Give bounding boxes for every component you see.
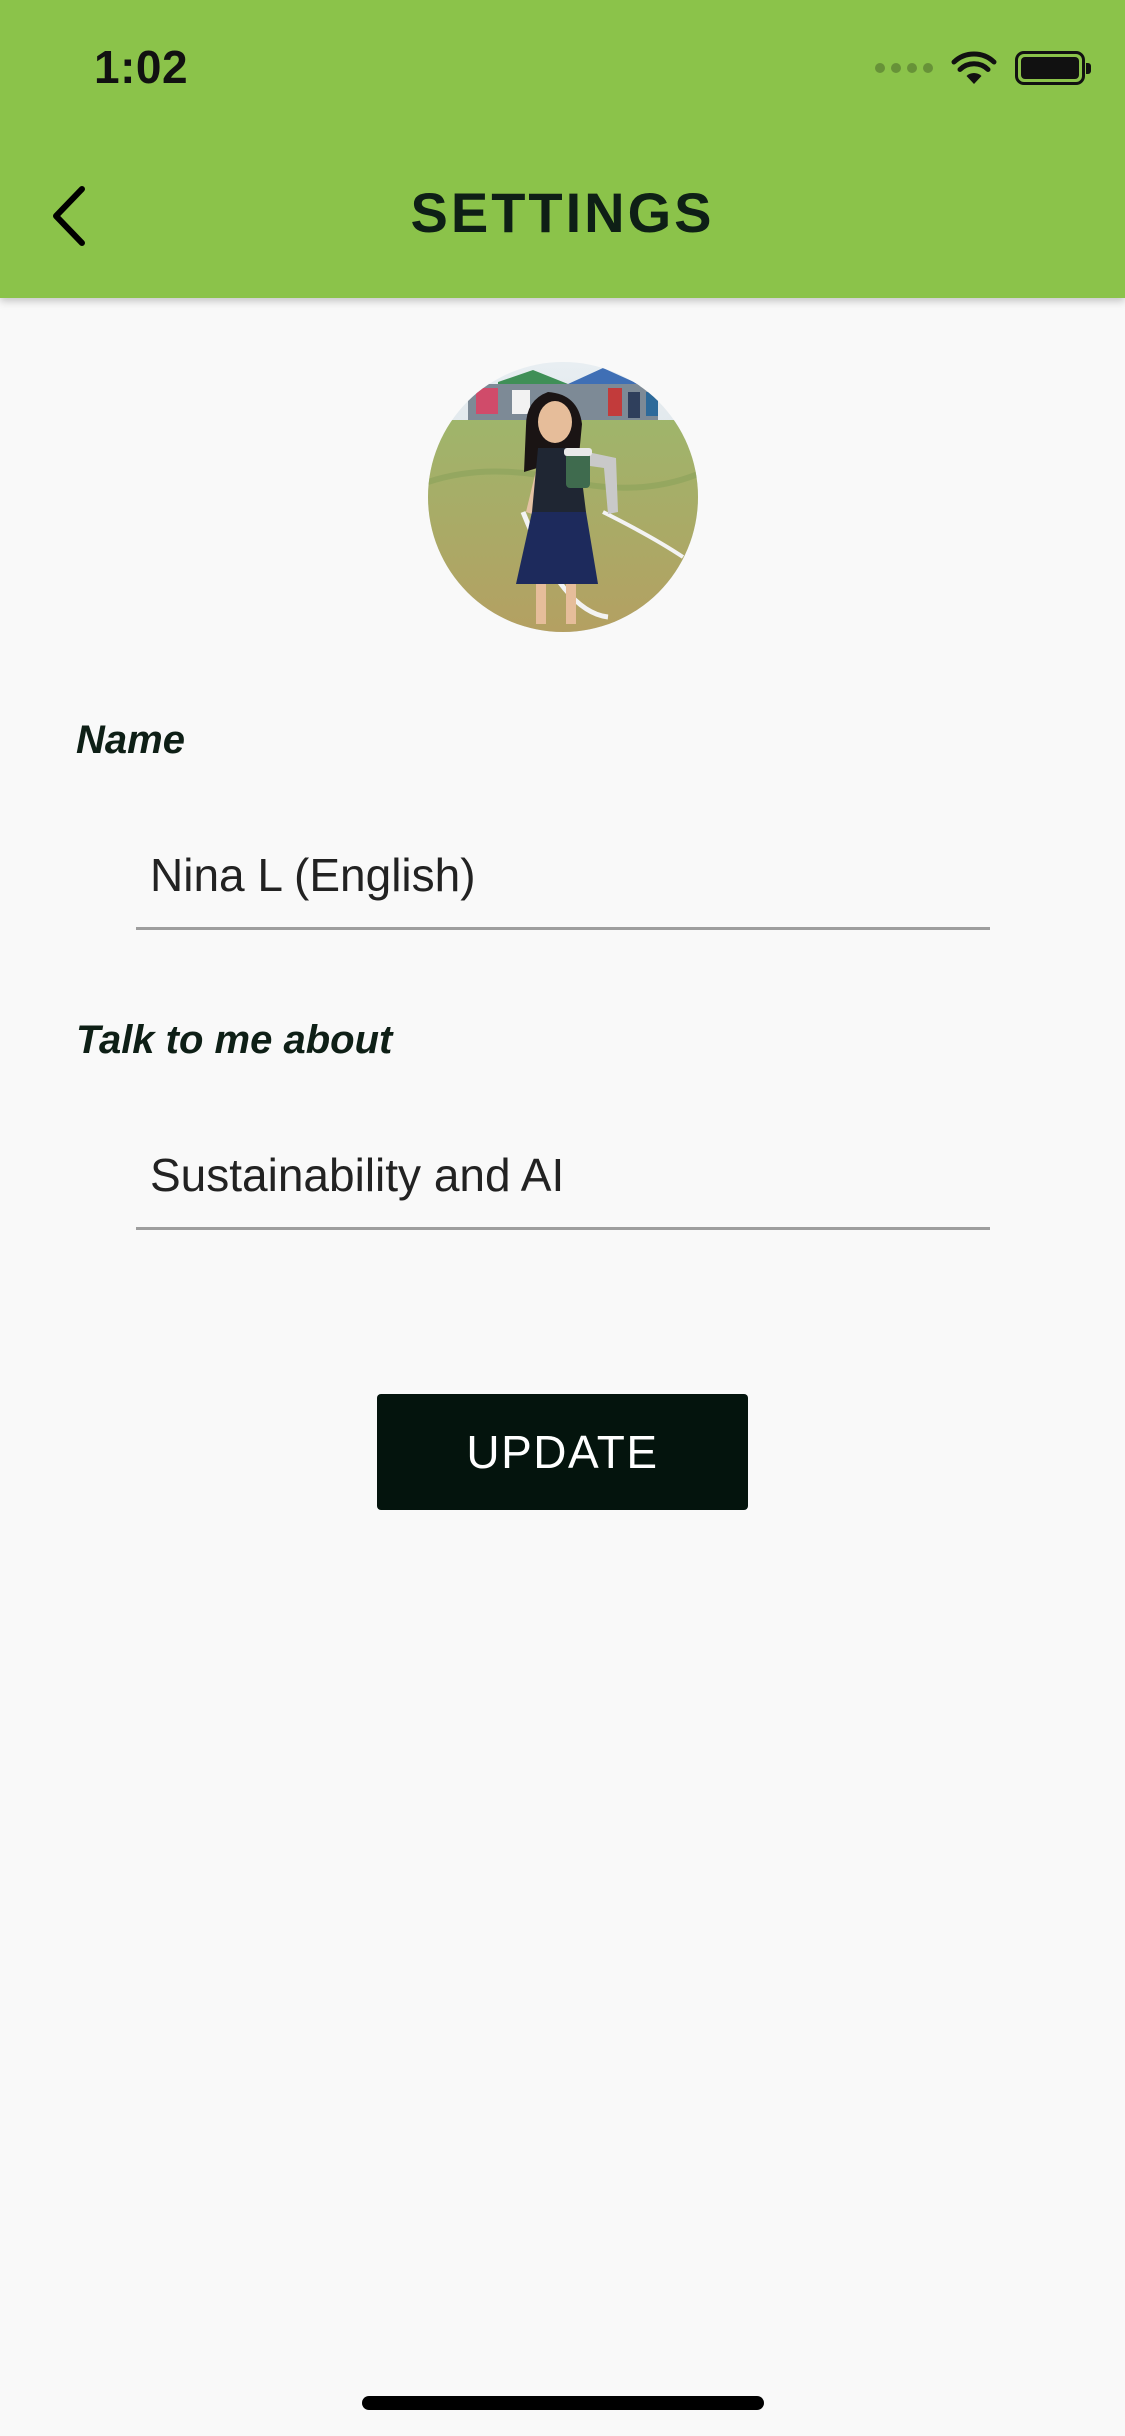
wifi-icon [951, 51, 997, 84]
page-title: SETTINGS [410, 181, 715, 244]
status-time: 1:02 [94, 41, 189, 93]
battery-icon [1015, 51, 1091, 85]
status-icons [875, 48, 1091, 88]
topic-input[interactable] [136, 1130, 990, 1220]
name-field[interactable] [136, 830, 990, 930]
update-button[interactable]: UPDATE [377, 1394, 748, 1510]
name-label: Name [76, 718, 185, 762]
avatar[interactable] [428, 362, 698, 632]
app-header: 1:02 SETTINGS [0, 0, 1125, 298]
profile-photo [428, 362, 698, 632]
cellular-signal-icon [875, 63, 933, 73]
topic-label: Talk to me about [76, 1018, 393, 1062]
topic-field[interactable] [136, 1130, 990, 1230]
name-input[interactable] [136, 830, 990, 920]
settings-screen: 1:02 SETTINGS Name Nina L (English) Talk… [0, 0, 1125, 2436]
home-indicator[interactable] [362, 2396, 764, 2410]
